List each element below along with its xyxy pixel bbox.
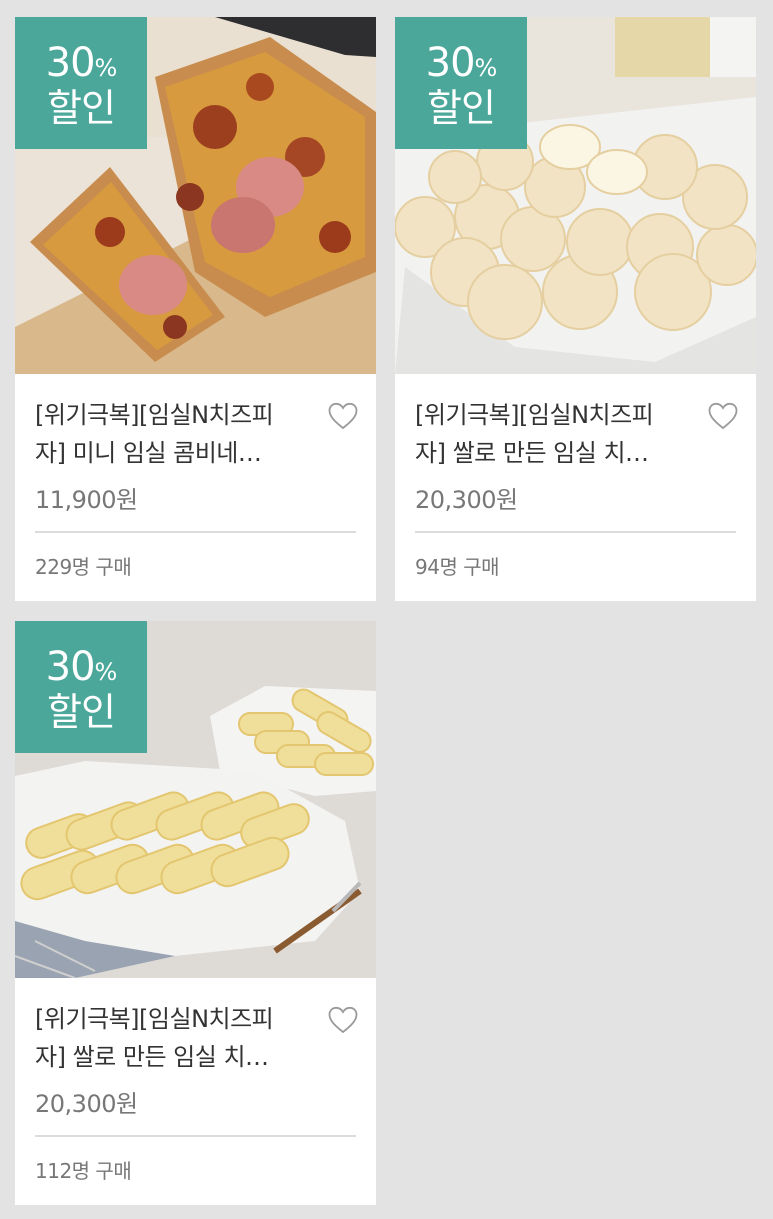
- discount-badge: 30% 할인: [15, 17, 147, 149]
- product-image-cheese-sticks[interactable]: 30% 할인: [15, 621, 376, 978]
- product-title-line2: 자] 쌀로 만든 임실 치…: [35, 1043, 269, 1071]
- discount-label: 할인: [427, 86, 496, 130]
- heart-outline-icon[interactable]: [328, 402, 358, 430]
- discount-label: 할인: [47, 690, 116, 734]
- product-image-cheese-balls[interactable]: 30% 할인: [395, 17, 756, 374]
- product-title-line2: 자] 미니 임실 콤비네…: [35, 439, 262, 467]
- discount-percent-sign: %: [474, 54, 498, 82]
- purchase-count: 229명 구매: [35, 555, 132, 579]
- product-title-line1: [위기극복][임실N치즈피: [35, 1005, 274, 1033]
- discount-badge: 30% 할인: [15, 621, 147, 753]
- heart-outline-icon[interactable]: [328, 1006, 358, 1034]
- heart-outline-icon[interactable]: [708, 402, 738, 430]
- discount-label: 할인: [47, 86, 116, 130]
- product-price: 11,900원: [35, 486, 138, 514]
- product-card[interactable]: 30% 할인 [위기극복][임실N치즈피 자] 쌀로 만든 임실 치… 20,3…: [395, 17, 756, 601]
- discount-percent: 30: [425, 40, 476, 86]
- discount-percent: 30: [45, 644, 96, 690]
- product-title-line1: [위기극복][임실N치즈피: [415, 401, 654, 429]
- divider: [35, 1135, 356, 1137]
- divider: [35, 531, 356, 533]
- product-grid: 30% 할인 [위기극복][임실N치즈피 자] 미니 임실 콤비네… 11,90…: [0, 0, 773, 1219]
- discount-percent-sign: %: [94, 658, 118, 686]
- product-card[interactable]: 30% 할인 [위기극복][임실N치즈피 자] 미니 임실 콤비네… 11,90…: [15, 17, 376, 601]
- product-title[interactable]: [위기극복][임실N치즈피 자] 쌀로 만든 임실 치…: [415, 396, 683, 472]
- purchase-count: 112명 구매: [35, 1159, 132, 1183]
- product-title-line1: [위기극복][임실N치즈피: [35, 401, 274, 429]
- discount-percent: 30: [45, 40, 96, 86]
- product-title[interactable]: [위기극복][임실N치즈피 자] 미니 임실 콤비네…: [35, 396, 303, 472]
- product-info: [위기극복][임실N치즈피 자] 미니 임실 콤비네… 11,900원 229명…: [15, 374, 376, 580]
- product-image-pizza[interactable]: 30% 할인: [15, 17, 376, 374]
- product-price: 20,300원: [415, 486, 518, 514]
- discount-badge: 30% 할인: [395, 17, 527, 149]
- product-info: [위기극복][임실N치즈피 자] 쌀로 만든 임실 치… 20,300원 112…: [15, 978, 376, 1184]
- product-info: [위기극복][임실N치즈피 자] 쌀로 만든 임실 치… 20,300원 94명…: [395, 374, 756, 580]
- purchase-count: 94명 구매: [415, 555, 500, 579]
- product-card[interactable]: 30% 할인 [위기극복][임실N치즈피 자] 쌀로 만든 임실 치… 20,3…: [15, 621, 376, 1205]
- product-title[interactable]: [위기극복][임실N치즈피 자] 쌀로 만든 임실 치…: [35, 1000, 303, 1076]
- product-price: 20,300원: [35, 1090, 138, 1118]
- product-title-line2: 자] 쌀로 만든 임실 치…: [415, 439, 649, 467]
- divider: [415, 531, 736, 533]
- discount-percent-sign: %: [94, 54, 118, 82]
